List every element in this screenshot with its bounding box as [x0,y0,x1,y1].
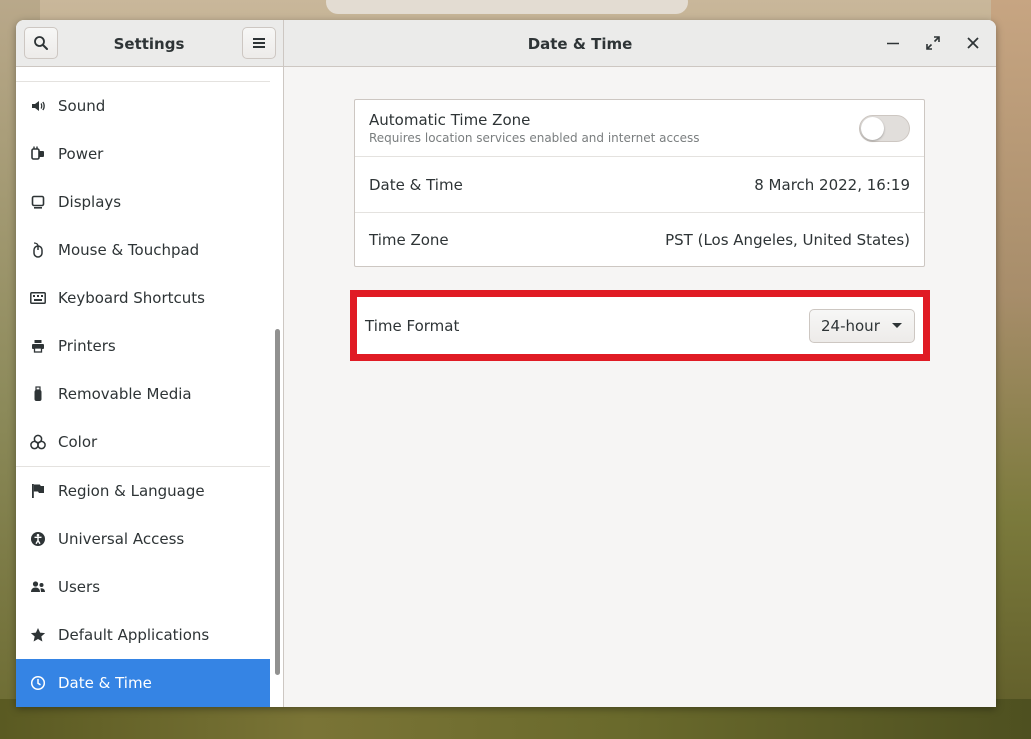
clock-icon [30,675,46,691]
sidebar-item-label: Keyboard Shortcuts [58,289,205,307]
chevron-down-icon [892,323,902,328]
sidebar-item-keyboard-shortcuts[interactable]: Keyboard Shortcuts [16,274,270,322]
date-time-row[interactable]: Date & Time 8 March 2022, 16:19 [355,156,924,212]
sidebar-item-power[interactable]: Power [16,130,270,178]
sidebar-item-label: Region & Language [58,482,205,500]
sidebar-item-label: Displays [58,193,122,211]
sidebar-item-label: Mouse & Touchpad [58,241,200,259]
time-zone-value: PST (Los Angeles, United States) [665,230,910,249]
sidebar-title: Settings [113,34,185,53]
sidebar-scrollbar[interactable] [270,67,284,707]
close-icon [967,37,979,49]
date-time-list: Automatic Time Zone Requires location se… [354,99,925,267]
time-format-value: 24-hour [821,316,880,335]
sidebar-item-displays[interactable]: Displays [16,178,270,226]
sidebar-item-label: Users [58,578,101,596]
usb-drive-icon [30,386,46,402]
flag-icon [30,483,46,499]
time-format-row: Time Format 24-hour [359,299,921,352]
sidebar-item-date-time[interactable]: Date & Time [16,659,270,707]
date-time-label: Date & Time [369,175,463,194]
search-icon [34,36,48,50]
automatic-time-zone-switch[interactable] [859,114,910,142]
sidebar-item-printers[interactable]: Printers [16,322,270,370]
sidebar-item-label: Printers [58,337,116,355]
sidebar-item-label: Date & Time [58,674,152,692]
sidebar-item-region-language[interactable]: Region & Language [16,467,270,515]
mouse-icon [30,242,46,258]
sidebar-item-users[interactable]: Users [16,563,270,611]
date-time-value: 8 March 2022, 16:19 [754,175,910,194]
time-format-highlight: Time Format 24-hour [350,290,930,361]
switch-knob [861,116,884,140]
minimize-icon [887,42,899,45]
automatic-time-zone-row[interactable]: Automatic Time Zone Requires location se… [355,100,924,156]
time-zone-label: Time Zone [369,230,449,249]
date-time-panel: Automatic Time Zone Requires location se… [284,67,996,707]
sidebar-item-sound[interactable]: Sound [16,82,270,130]
sidebar-item-mouse-touchpad[interactable]: Mouse & Touchpad [16,226,270,274]
automatic-time-zone-subtitle: Requires location services enabled and i… [369,131,700,145]
sidebar-item-label: Sound [58,97,106,115]
display-icon [30,194,46,210]
hamburger-icon [253,38,265,48]
sidebar-item-color[interactable]: Color [16,418,270,466]
close-button[interactable] [960,30,986,56]
settings-window: Settings Date & Time Sound Power Display… [16,20,996,707]
sidebar-item-label: Power [58,145,104,163]
time-zone-row[interactable]: Time Zone PST (Los Angeles, United State… [355,212,924,266]
sidebar-item-universal-access[interactable]: Universal Access [16,515,270,563]
sidebar-item-label: Universal Access [58,530,185,548]
accessibility-icon [30,531,46,547]
scrollbar-thumb[interactable] [275,329,280,675]
sidebar-item-label: Removable Media [58,385,192,403]
users-icon [30,579,46,595]
page-title: Date & Time [527,34,633,53]
sidebar-header: Settings [16,20,284,67]
keyboard-icon [30,290,46,306]
time-format-dropdown[interactable]: 24-hour [809,308,915,343]
minimize-button[interactable] [880,30,906,56]
star-icon [30,627,46,643]
sidebar-item-removable-media[interactable]: Removable Media [16,370,270,418]
automatic-time-zone-text: Automatic Time Zone Requires location se… [369,111,700,145]
sidebar: Sound Power Displays Mouse & Touchpad Ke [16,67,270,707]
menu-button[interactable] [242,27,276,59]
desktop-search-pill [326,0,688,14]
sidebar-item-default-applications[interactable]: Default Applications [16,611,270,659]
speaker-icon [30,98,46,114]
header-bar: Settings Date & Time [16,20,996,67]
sidebar-item-label: Color [58,433,98,451]
maximize-icon [926,36,940,50]
color-circles-icon [30,434,46,450]
desktop-background-right [991,0,1031,739]
automatic-time-zone-title: Automatic Time Zone [369,111,531,129]
printer-icon [30,338,46,354]
search-button[interactable] [24,27,58,59]
maximize-button[interactable] [920,30,946,56]
time-format-label: Time Format [365,316,460,335]
power-plug-icon [30,146,46,162]
sidebar-item-label: Default Applications [58,626,210,644]
